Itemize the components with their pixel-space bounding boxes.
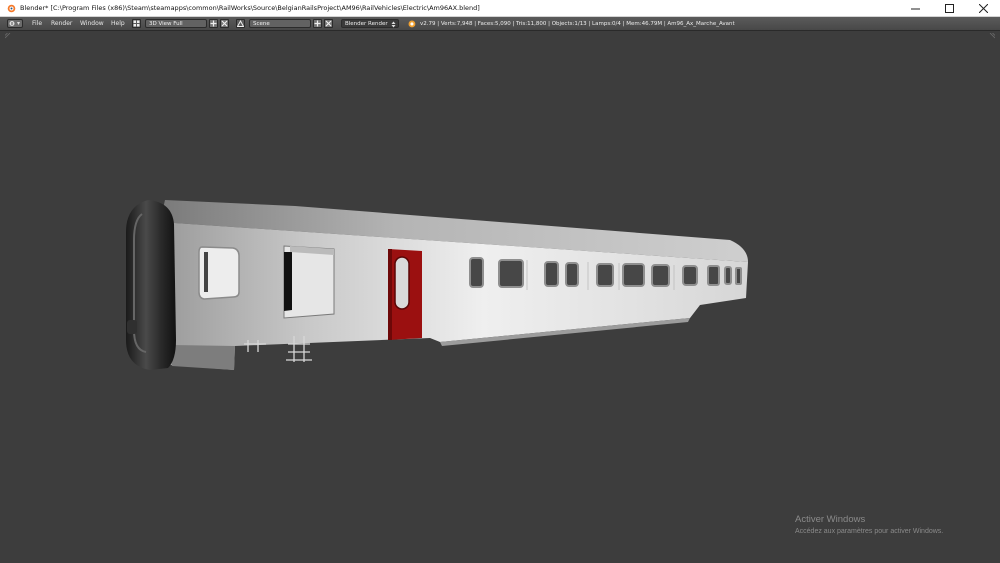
train-coach-model xyxy=(126,200,748,370)
scene-icon xyxy=(237,20,244,27)
screen-layout-selector[interactable] xyxy=(132,19,141,28)
close-icon xyxy=(978,3,988,13)
menu-render[interactable]: Render xyxy=(51,17,72,30)
info-header: File Render Window Help 3D View Full Sce… xyxy=(0,17,1000,31)
editor-type-button[interactable] xyxy=(7,19,23,28)
scene-statistics: v2.79 | Verts:7,948 | Faces:5,090 | Tris… xyxy=(420,20,735,27)
layout-grid-icon xyxy=(133,20,140,27)
watermark-title: Activer Windows xyxy=(795,514,866,525)
blender-logo-icon xyxy=(408,20,416,28)
blender-status-logo xyxy=(407,17,416,30)
x-icon xyxy=(325,20,332,27)
menu-window[interactable]: Window xyxy=(80,17,104,30)
render-engine-label: Blender Render xyxy=(345,20,388,27)
3d-viewport[interactable] xyxy=(3,31,997,561)
x-icon xyxy=(221,20,228,27)
delete-scene-button[interactable] xyxy=(324,19,333,28)
plus-icon xyxy=(314,20,321,27)
minimize-button[interactable] xyxy=(898,0,932,16)
window-title: Blender* [C:\Program Files (x86)\Steam\s… xyxy=(20,4,480,12)
blender-logo-icon xyxy=(7,4,16,13)
windows-activation-watermark: Activer Windows Accédez aux paramètres p… xyxy=(795,514,943,535)
watermark-subtitle: Accédez aux paramètres pour activer Wind… xyxy=(795,528,944,535)
plus-icon xyxy=(210,20,217,27)
window-titlebar: Blender* [C:\Program Files (x86)\Steam\s… xyxy=(0,0,1000,17)
maximize-icon xyxy=(944,3,954,13)
menu-help[interactable]: Help xyxy=(111,17,125,30)
minimize-icon xyxy=(910,8,920,9)
menu-file[interactable]: File xyxy=(32,17,42,30)
info-editor-icon xyxy=(9,21,20,26)
screen-layout-field[interactable]: 3D View Full xyxy=(145,19,207,28)
add-scene-button[interactable] xyxy=(313,19,322,28)
scene-field[interactable]: Scene xyxy=(249,19,311,28)
close-button[interactable] xyxy=(966,0,1000,16)
delete-screen-button[interactable] xyxy=(220,19,229,28)
updown-arrows-icon xyxy=(391,21,396,27)
render-engine-dropdown[interactable]: Blender Render xyxy=(341,19,399,28)
add-screen-button[interactable] xyxy=(209,19,218,28)
maximize-button[interactable] xyxy=(932,0,966,16)
scene-selector[interactable] xyxy=(236,19,245,28)
